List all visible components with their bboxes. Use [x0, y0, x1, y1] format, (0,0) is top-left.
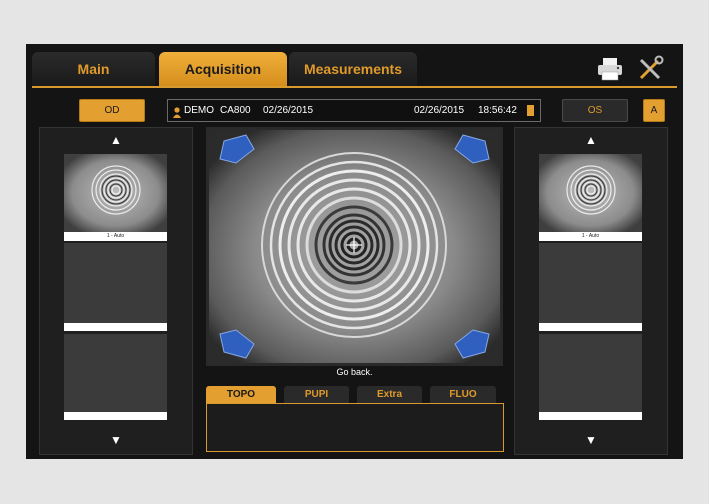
left-thumbnail-slot-3[interactable] [64, 334, 167, 412]
tab-topo[interactable]: TOPO [206, 386, 276, 404]
right-slot-2-label-bar [539, 323, 642, 331]
printer-icon[interactable] [596, 56, 624, 82]
patient-icon [173, 105, 181, 118]
right-thumbnail-slot-2[interactable] [539, 243, 642, 323]
exam-date: 02/26/2015 [414, 105, 465, 116]
scroll-down-arrow-right[interactable]: ▼ [515, 433, 667, 447]
left-slot-3-label-bar [64, 412, 167, 420]
live-camera-view[interactable] [206, 127, 503, 366]
tab-main[interactable]: Main [32, 52, 155, 86]
tab-extra[interactable]: Extra [357, 386, 422, 404]
patient-name: DEMO [184, 105, 214, 116]
right-thumbnail-panel: ▲ 1 - Auto ▼ [514, 127, 668, 455]
patient-info-bar: DEMO CA800 02/26/2015 02/26/2015 18:56:4… [167, 99, 541, 122]
right-thumbnail-label: 1 - Auto [539, 232, 642, 241]
od-button[interactable]: OD [79, 99, 145, 122]
tab-measurements[interactable]: Measurements [289, 52, 417, 86]
left-thumbnail-image[interactable] [64, 154, 167, 232]
patient-id: CA800 [220, 105, 251, 116]
scroll-down-arrow-left[interactable]: ▼ [40, 433, 192, 447]
left-thumbnail-slot-2[interactable] [64, 243, 167, 323]
tab-fluo[interactable]: FLUO [430, 386, 496, 404]
tab-acquisition[interactable]: Acquisition [159, 52, 287, 86]
right-thumbnail-slot-3[interactable] [539, 334, 642, 412]
scroll-up-arrow-left[interactable]: ▲ [40, 133, 192, 147]
tab-underline [32, 86, 677, 88]
tools-icon[interactable] [636, 55, 664, 83]
left-slot-2-label-bar [64, 323, 167, 331]
mode-content-panel [206, 403, 504, 452]
status-message: Go back. [336, 367, 373, 377]
left-thumbnail-panel: ▲ 1 - Auto ▼ [39, 127, 193, 455]
folder-icon[interactable] [527, 105, 534, 116]
patient-birth-date: 02/26/2015 [263, 105, 314, 116]
exam-time: 18:56:42 [478, 105, 517, 116]
scroll-up-arrow-right[interactable]: ▲ [515, 133, 667, 147]
right-slot-3-label-bar [539, 412, 642, 420]
app-window: Main Acquisition Measurements OD DEMO CA… [26, 44, 683, 459]
os-button[interactable]: OS [562, 99, 628, 122]
auto-button[interactable]: A [643, 99, 665, 122]
left-thumbnail-label: 1 - Auto [64, 232, 167, 241]
right-thumbnail-image[interactable] [539, 154, 642, 232]
tab-pupi[interactable]: PUPI [284, 386, 349, 404]
